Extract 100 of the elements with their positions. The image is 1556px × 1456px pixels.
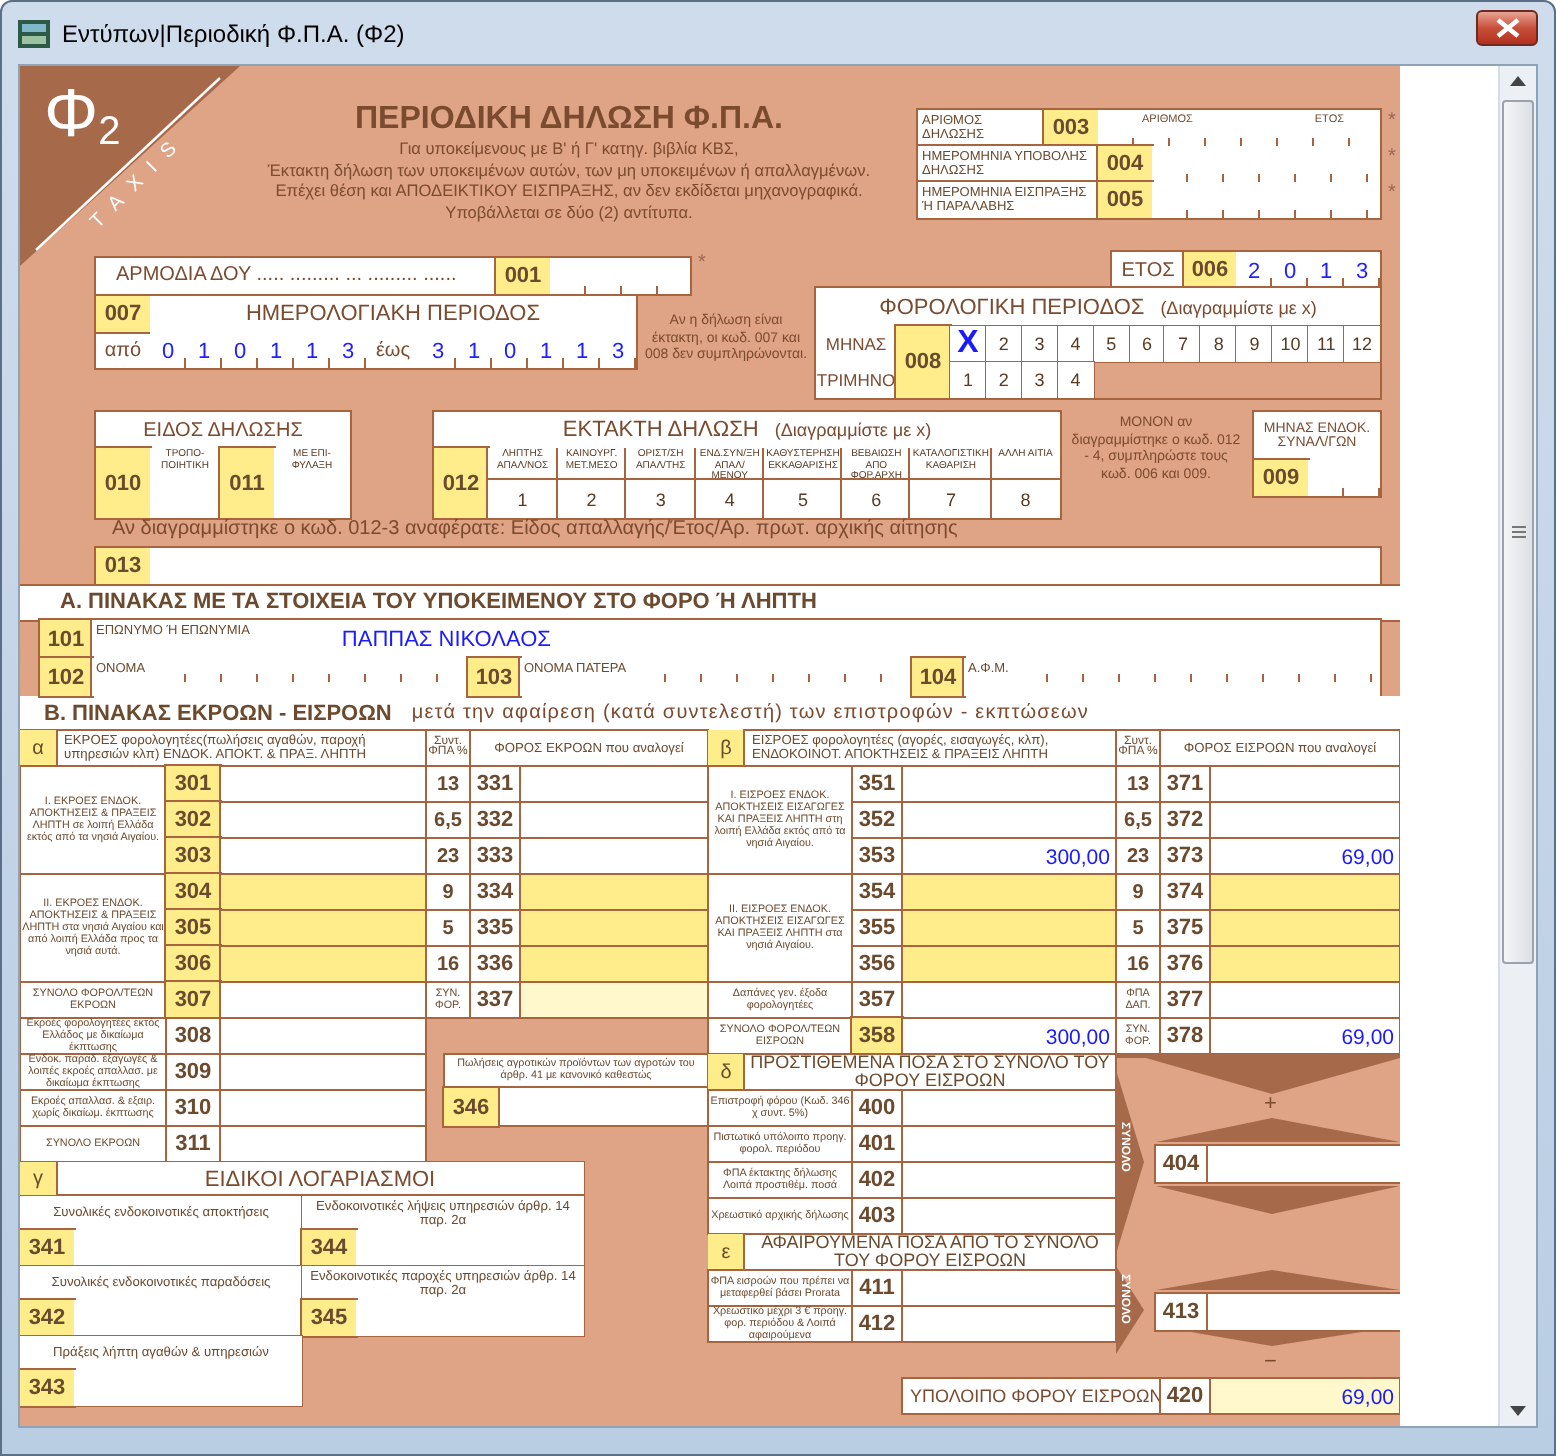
scrollbar-thumb[interactable] <box>1502 100 1535 964</box>
month-option[interactable]: 10 <box>1272 326 1309 362</box>
section-title: ΠΡΟΣΤΙΘΕΜΕΝΑ ΠΟΣΑ ΣΤΟ ΣΥΝΟΛΟ ΤΟΥ ΦΟΡΟΥ ΕΙΣΡΟΩΝ <box>744 1054 1116 1090</box>
required-mark: * <box>1388 182 1396 204</box>
field-code: 103 <box>468 658 520 696</box>
month-option[interactable]: 8 <box>1200 326 1237 362</box>
field-label: από <box>102 337 144 365</box>
quarter-option[interactable]: 2 <box>985 362 1022 398</box>
amount-field[interactable] <box>220 982 426 1018</box>
amount-field[interactable] <box>902 1126 1116 1162</box>
tax-field[interactable] <box>520 802 708 838</box>
amount-field[interactable] <box>220 1126 426 1162</box>
amount-field[interactable] <box>902 802 1116 838</box>
section-hint: (Διαγραμμίστε με x) <box>774 420 932 440</box>
amount-field[interactable] <box>220 946 426 982</box>
field-code: 341 <box>20 1230 74 1266</box>
amount-field[interactable] <box>902 982 1116 1018</box>
logo-symbol: Φ$_{2}$ <box>44 78 121 154</box>
field-code: 412 <box>852 1306 902 1342</box>
field-code: 304 <box>166 874 220 910</box>
vat-rate: 16 <box>426 946 470 982</box>
vat-rate: 9 <box>426 874 470 910</box>
checkbox-field[interactable]: 8 <box>991 478 1061 518</box>
amount-field[interactable] <box>902 766 1116 802</box>
tax-field[interactable] <box>520 946 708 982</box>
month-option[interactable]: 5 <box>1093 326 1130 362</box>
field-code: 101 <box>40 620 92 658</box>
vat-rate: 5 <box>426 910 470 946</box>
amount-field[interactable] <box>902 1162 1116 1198</box>
amount-field[interactable] <box>220 910 426 946</box>
month-option[interactable]: X <box>950 326 986 362</box>
vat-rate: 13 <box>426 766 470 802</box>
field-code: 007 <box>96 296 150 332</box>
field-code: 400 <box>852 1090 902 1126</box>
amount-field[interactable] <box>220 874 426 910</box>
table-letter: γ <box>20 1162 56 1196</box>
amount-field[interactable] <box>902 874 1116 910</box>
amount-field[interactable] <box>902 1198 1116 1234</box>
amount-field[interactable] <box>220 802 426 838</box>
vat-rate: 23 <box>1116 838 1160 874</box>
tax-field[interactable] <box>1210 874 1400 910</box>
app-icon <box>18 17 50 49</box>
tax-field[interactable] <box>1210 766 1400 802</box>
required-mark: * <box>1388 110 1396 132</box>
month-option[interactable]: 3 <box>1021 326 1058 362</box>
tax-field[interactable] <box>1210 982 1400 1018</box>
section-title: ΕΚΤΑΚΤΗ ΔΗΛΩΣΗ <box>562 418 759 442</box>
tax-field[interactable]: 69,00 <box>1210 1018 1400 1054</box>
amount-field[interactable] <box>220 1018 426 1054</box>
month-option[interactable]: 6 <box>1129 326 1165 362</box>
amount-field[interactable] <box>220 838 426 874</box>
tax-field[interactable] <box>520 838 708 874</box>
amount-field[interactable] <box>220 1090 426 1126</box>
section-title: Α. ΠΙΝΑΚΑΣ ΜΕ ΤΑ ΣΤΟΙΧΕΙΑ ΤΟΥ ΥΠΟΚΕΙΜΕΝΟΥ ΣΤΟ ΦΟΡΟ Ή ΛΗΠΤΗ <box>20 586 1400 620</box>
amount-field[interactable] <box>220 766 426 802</box>
balance-field[interactable]: 69,00 <box>1210 1378 1400 1414</box>
field-code: 357 <box>852 982 902 1018</box>
field-code: 354 <box>852 874 902 910</box>
scroll-up-icon[interactable] <box>1510 76 1527 86</box>
field-code: 377 <box>1160 982 1210 1018</box>
month-option[interactable]: 11 <box>1308 326 1345 362</box>
form-subtitle: Για υποκείμενους με Β' ή Γ' κατηγ. βιβλία ΚΒΣ, <box>397 138 741 159</box>
close-button[interactable] <box>1476 9 1538 45</box>
section-title: Β. ΠΙΝΑΚΑΣ ΕΚΡΟΩΝ - ΕΙΣΡΟΩΝ <box>44 701 392 725</box>
tax-field[interactable] <box>1210 910 1400 946</box>
tax-field[interactable] <box>1210 946 1400 982</box>
tax-field[interactable] <box>1210 802 1400 838</box>
amount-field[interactable] <box>220 1054 426 1090</box>
field-code: 005 <box>1098 182 1152 218</box>
month-option[interactable]: 7 <box>1164 326 1201 362</box>
month-option[interactable]: 2 <box>985 326 1022 362</box>
digit-field[interactable]: 0 <box>150 332 186 368</box>
scroll-down-icon[interactable] <box>1510 1406 1527 1416</box>
balance-label: ΥΠΟΛΟΙΠΟ ΦΟΡΟΥ ΕΙΣΡΟΩΝ <box>902 1378 1160 1414</box>
month-option[interactable]: 4 <box>1057 326 1094 362</box>
tax-field[interactable] <box>520 982 708 1018</box>
amount-field[interactable] <box>902 1270 1116 1306</box>
vat-rate: 9 <box>1116 874 1160 910</box>
amount-field[interactable] <box>902 1306 1116 1342</box>
amount-field[interactable]: 300,00 <box>902 838 1116 874</box>
quarter-option[interactable]: 3 <box>1021 362 1058 398</box>
input-field[interactable]: ΠΑΠΠΑΣ ΝΙΚΟΛΑΟΣ <box>253 620 551 658</box>
scrollbar[interactable] <box>1498 66 1536 1426</box>
tax-field[interactable]: 69,00 <box>1210 838 1400 874</box>
month-option[interactable]: 9 <box>1236 326 1273 362</box>
plus-sign: + <box>1264 1094 1277 1116</box>
month-option[interactable]: 12 <box>1344 326 1380 362</box>
amount-field[interactable] <box>902 1090 1116 1126</box>
amount-field[interactable]: 300,00 <box>902 1018 1116 1054</box>
field-code: 336 <box>470 946 520 982</box>
tax-field[interactable] <box>520 910 708 946</box>
vat-rate: 6,5 <box>1116 802 1160 838</box>
quarter-option[interactable]: 4 <box>1057 362 1094 398</box>
tax-field[interactable] <box>520 874 708 910</box>
quarter-option[interactable]: 1 <box>950 362 986 398</box>
amount-field[interactable] <box>902 946 1116 982</box>
tax-field[interactable] <box>520 766 708 802</box>
field-code: 403 <box>852 1198 902 1234</box>
period-hint: (Διαγραμμίστε με x) <box>1160 297 1317 317</box>
amount-field[interactable] <box>902 910 1116 946</box>
